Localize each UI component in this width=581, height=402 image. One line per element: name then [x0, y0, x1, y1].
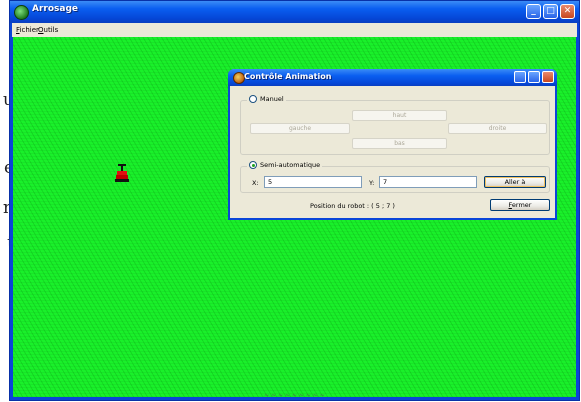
down-button[interactable]: bas — [352, 138, 447, 149]
semi-auto-radio[interactable]: Semi-automatique — [247, 161, 323, 169]
menu-fichier-label: ichier — [19, 26, 39, 34]
app-icon — [14, 5, 29, 20]
close-icon[interactable]: ✕ — [560, 4, 575, 19]
up-button[interactable]: haut — [352, 110, 447, 121]
menu-outils[interactable]: Outils — [38, 26, 58, 34]
x-field[interactable]: 5 — [264, 176, 362, 188]
status-fragment: ~ ~ ~ ~ ~ ~ ~ ~ ~ — [264, 392, 325, 399]
dialog-close-icon[interactable] — [542, 71, 554, 83]
dialog-title-bar[interactable]: Contrôle Animation — [228, 69, 557, 86]
semi-auto-label: Semi-automatique — [260, 161, 321, 169]
dialog-maximize-icon[interactable] — [528, 71, 540, 83]
right-button[interactable]: droite — [448, 123, 547, 134]
manual-radio[interactable]: Manuel — [247, 95, 286, 103]
y-field[interactable]: 7 — [379, 176, 477, 188]
menu-fichier[interactable]: Fichier — [16, 26, 39, 34]
window-title: Arrosage — [32, 4, 79, 14]
minimize-icon[interactable]: _ — [526, 4, 541, 19]
y-label: Y: — [369, 179, 375, 187]
maximize-icon[interactable]: □ — [543, 4, 558, 19]
robot-position-text: Position du robot : ( 5 ; 7 ) — [310, 202, 395, 210]
semi-auto-group: Semi-automatique X: 5 Y: 7 Aller à — [240, 161, 550, 193]
menu-bar: Fichier Outils — [12, 23, 577, 37]
close-button[interactable]: Fermer — [490, 199, 550, 211]
goto-button[interactable]: Aller à — [484, 176, 546, 188]
manual-label: Manuel — [260, 95, 284, 103]
manual-group: Manuel haut gauche droite bas — [240, 95, 550, 155]
semi-auto-radio-icon[interactable] — [249, 161, 257, 169]
animation-control-dialog: Contrôle Animation Manuel haut gauche dr… — [228, 69, 557, 220]
title-bar[interactable]: Arrosage _ □ ✕ — [10, 1, 579, 23]
x-label: X: — [252, 179, 259, 187]
menu-outils-label: utils — [43, 26, 59, 34]
left-button[interactable]: gauche — [250, 123, 350, 134]
robot-icon — [115, 164, 129, 182]
dialog-title: Contrôle Animation — [244, 72, 332, 81]
close-button-label: ermer — [511, 201, 532, 209]
manual-radio-icon[interactable] — [249, 95, 257, 103]
dialog-minimize-icon[interactable] — [514, 71, 526, 83]
